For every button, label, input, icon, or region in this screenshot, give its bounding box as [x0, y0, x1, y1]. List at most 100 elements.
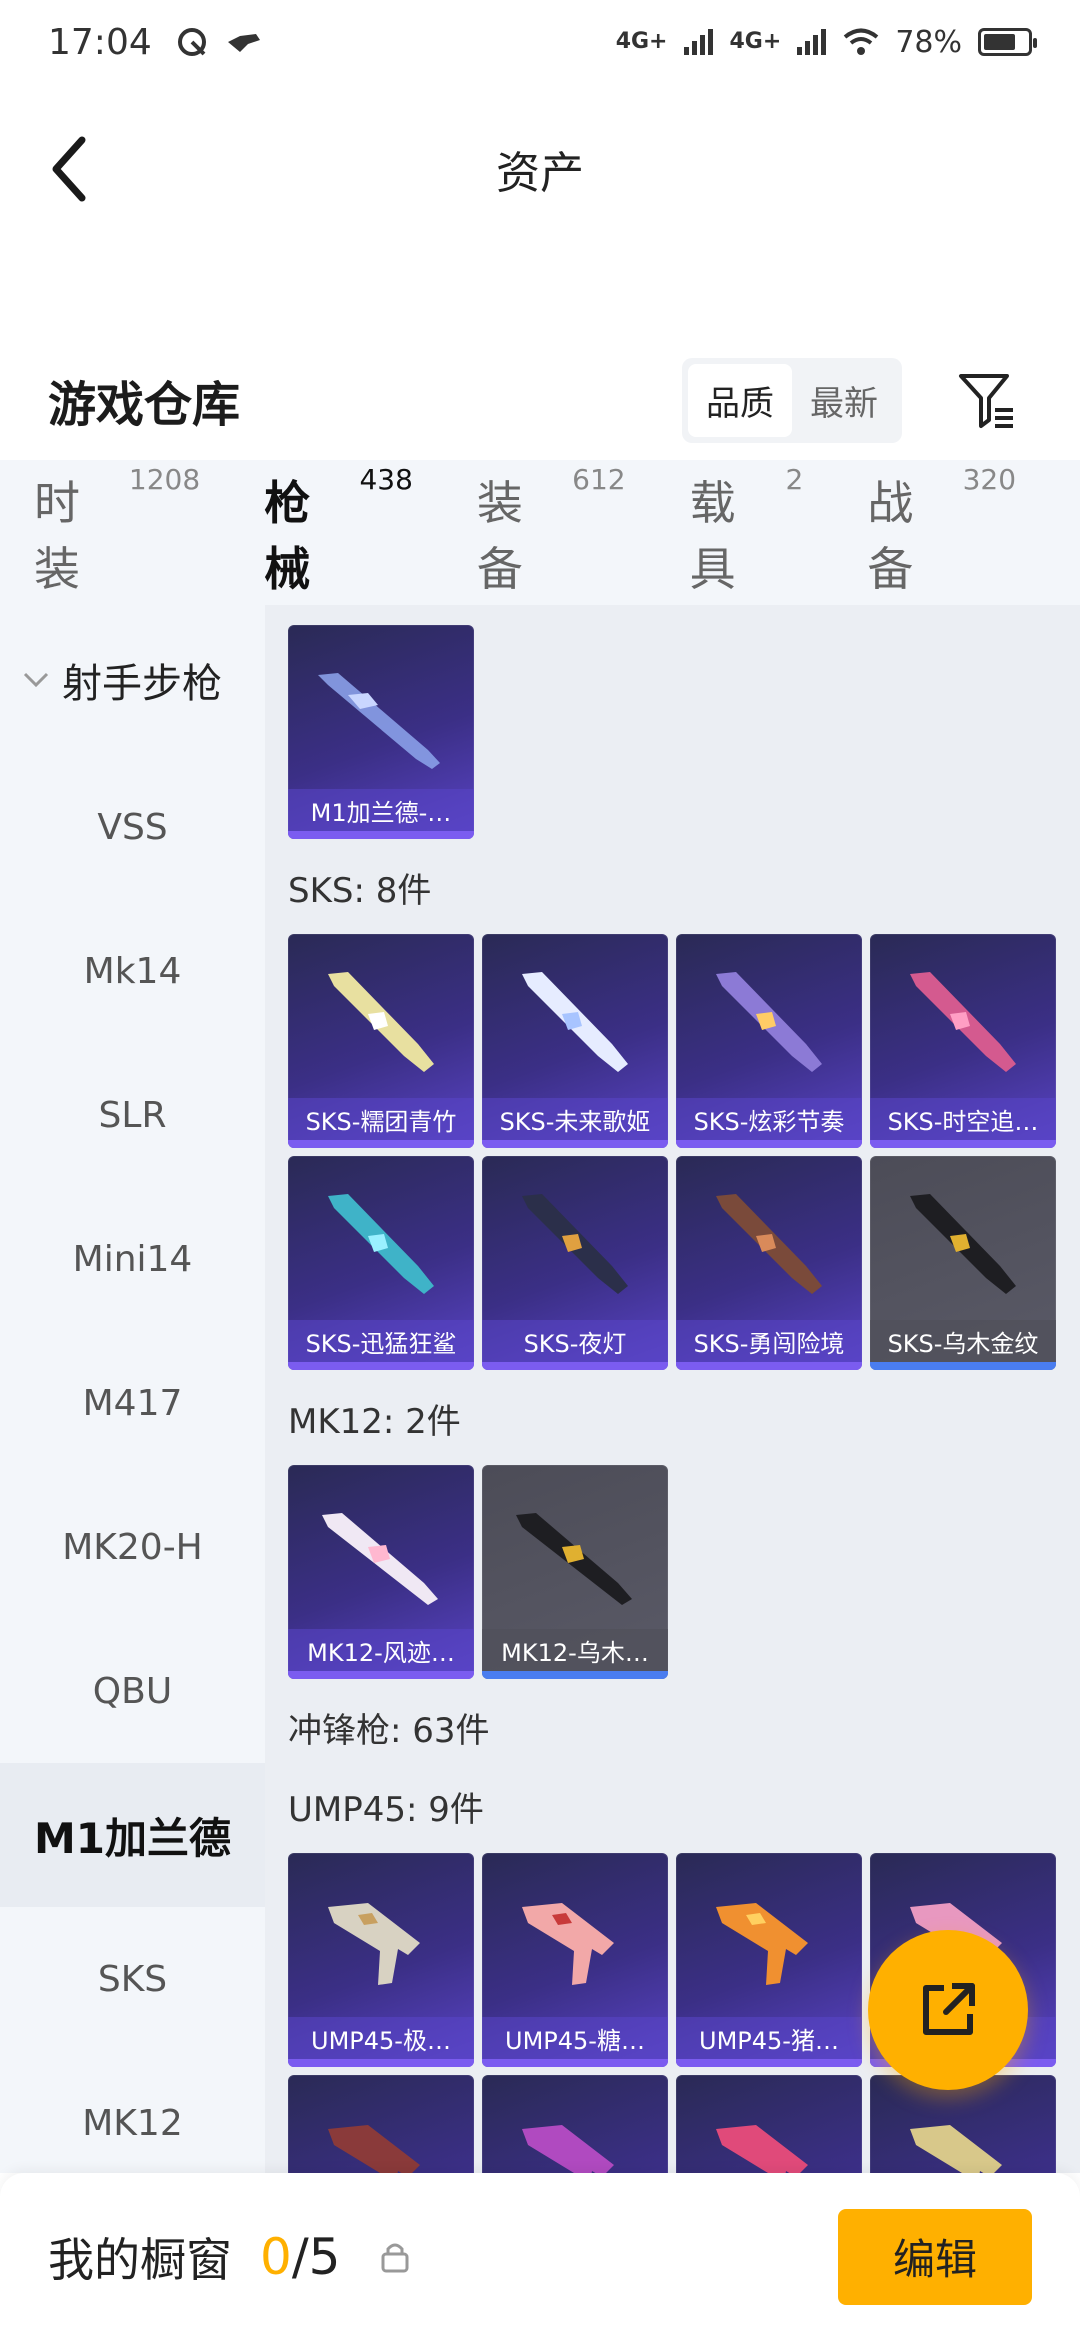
sidebar-item-sks[interactable]: SKS: [0, 1907, 265, 2051]
signal-bars-icon: [683, 29, 713, 55]
weapon-card[interactable]: SKS-乌木金纹: [870, 1156, 1056, 1370]
lock-icon: [381, 2243, 409, 2272]
weapon-sidebar: 射手步枪 VSS Mk14 SLR Mini14 M417 MK20-H QBU…: [0, 605, 265, 2173]
smg-icon: [522, 2125, 614, 2173]
battery-icon: [978, 28, 1037, 56]
weapon-card[interactable]: SKS-时空追…: [870, 934, 1056, 1148]
smg-icon: [328, 2125, 420, 2173]
showcase-current: 0: [260, 2227, 292, 2286]
weapon-card[interactable]: SKS-迅猛狂鲨: [288, 1156, 474, 1370]
battery-percent: 78%: [895, 24, 962, 60]
weapon-card[interactable]: MK12-风迹…: [288, 1465, 474, 1679]
sort-quality-button[interactable]: 品质: [688, 363, 792, 437]
sort-toggle: 品质 最新: [682, 357, 902, 443]
signal-bars-2-icon: [797, 29, 827, 55]
edit-button[interactable]: 编辑: [838, 2208, 1032, 2305]
weapon-card-name: SKS-勇闯险境: [676, 1320, 862, 1362]
weapon-card-name: SKS-炫彩节奏: [676, 1098, 862, 1140]
sidebar-item-vss[interactable]: VSS: [0, 755, 265, 899]
header: 资产: [0, 84, 1080, 254]
weapon-card[interactable]: UMP45-猪…: [676, 1853, 862, 2067]
weapon-card[interactable]: [288, 2075, 474, 2173]
rarity-bar: [482, 1140, 668, 1148]
showcase-count: 0/5: [260, 2228, 340, 2286]
weapon-card[interactable]: UMP45-极…: [288, 1853, 474, 2067]
filter-icon: [959, 374, 1013, 428]
weapon-card[interactable]: SKS-糯团青竹: [288, 934, 474, 1148]
filter-button[interactable]: [952, 365, 1022, 435]
smg-icon: [522, 1903, 614, 1985]
status-notification-icons: [176, 26, 262, 58]
category-tabs: 时装 1208 枪械 438 装备 612 载具 2 战备 320: [0, 460, 1080, 627]
weapon-card[interactable]: M1加兰德-…: [288, 625, 474, 839]
weapon-card[interactable]: UMP45-糖…: [482, 1853, 668, 2067]
rarity-bar: [288, 2059, 474, 2067]
showcase-bar: 我的橱窗 0/5 编辑: [0, 2173, 1080, 2340]
sidebar-item-mk12[interactable]: MK12: [0, 2051, 265, 2173]
sidebar-item-mk20h[interactable]: MK20-H: [0, 1475, 265, 1619]
warehouse-row: 游戏仓库 品质 最新: [0, 340, 1080, 460]
tab-vehicles[interactable]: 载具 2: [690, 463, 804, 599]
tab-fashion[interactable]: 时装 1208: [34, 463, 200, 599]
status-right: 4G+ 4G+ 78%: [616, 24, 1037, 60]
tab-count: 1208: [128, 462, 201, 496]
section-label-ump45: UMP45: 9件: [288, 1790, 484, 1830]
rarity-bar: [676, 1362, 862, 1370]
weapon-card[interactable]: [870, 2075, 1056, 2173]
sidebar-item-qbu[interactable]: QBU: [0, 1619, 265, 1763]
sort-newest-button[interactable]: 最新: [792, 364, 896, 437]
weapon-card-name: SKS-未来歌姬: [482, 1098, 668, 1140]
app-notification-icon: [177, 28, 206, 56]
sidebar-item-m1-garand[interactable]: M1加兰德: [0, 1763, 265, 1907]
tab-supplies[interactable]: 战备 320: [867, 463, 1016, 599]
rarity-bar: [482, 2059, 668, 2067]
rarity-bar: [482, 1671, 668, 1679]
share-external-icon: [923, 1983, 975, 2035]
tab-label: 装备: [476, 475, 523, 596]
tab-count: 612: [572, 462, 626, 496]
weapon-card[interactable]: SKS-炫彩节奏: [676, 934, 862, 1148]
sks-grid: SKS-糯团青竹 SKS-未来歌姬 SKS-炫彩节奏 SKS-时空追… SKS-…: [288, 934, 1080, 1370]
sidebar-item-slr[interactable]: SLR: [0, 1043, 265, 1187]
rarity-bar: [676, 1140, 862, 1148]
weapon-card[interactable]: [676, 2075, 862, 2173]
weapon-card-name: SKS-迅猛狂鲨: [288, 1320, 474, 1362]
sidebar-item-mk14[interactable]: Mk14: [0, 899, 265, 1043]
section-label-mk12: MK12: 2件: [288, 1402, 461, 1442]
smg-icon: [328, 1903, 420, 1985]
mk12-grid: MK12-风迹… MK12-乌木…: [288, 1465, 1080, 1679]
tab-label: 战备: [867, 475, 914, 596]
signal-2-icon: 4G+: [729, 29, 782, 54]
rarity-bar: [288, 1362, 474, 1370]
rifle-icon: [516, 1513, 632, 1605]
section-label-sks: SKS: 8件: [288, 871, 432, 911]
weapon-card-name: M1加兰德-…: [288, 789, 474, 831]
status-bar: 17:04 4G+ 4G+ 78%: [0, 0, 1080, 84]
weapon-card-name: UMP45-猪…: [676, 2017, 862, 2059]
rifle-icon: [716, 972, 822, 1072]
m1-garand-grid: M1加兰德-…: [288, 605, 1080, 839]
sidebar-category-marksman[interactable]: 射手步枪: [0, 605, 265, 755]
sidebar-item-mini14[interactable]: Mini14: [0, 1187, 265, 1331]
weapon-card[interactable]: SKS-未来歌姬: [482, 934, 668, 1148]
weapon-card-name: SKS-时空追…: [870, 1098, 1056, 1140]
weapon-card[interactable]: SKS-勇闯险境: [676, 1156, 862, 1370]
section-label-smg: 冲锋枪: 63件: [288, 1711, 490, 1751]
rifle-icon: [522, 972, 628, 1072]
tab-firearms[interactable]: 枪械 438: [264, 463, 413, 627]
rarity-bar: [870, 1140, 1056, 1148]
weapon-card[interactable]: [482, 2075, 668, 2173]
weapon-card[interactable]: MK12-乌木…: [482, 1465, 668, 1679]
status-time: 17:04: [48, 21, 152, 63]
tab-count: 438: [359, 462, 413, 496]
back-button[interactable]: [40, 129, 100, 209]
tab-count: 320: [962, 462, 1017, 496]
rifle-icon: [318, 673, 440, 769]
rifle-icon: [522, 1194, 628, 1294]
share-fab-button[interactable]: [868, 1930, 1028, 2090]
rifle-icon: [328, 972, 434, 1072]
weapon-card[interactable]: SKS-夜灯: [482, 1156, 668, 1370]
sidebar-item-m417[interactable]: M417: [0, 1331, 265, 1475]
rifle-icon: [716, 1194, 822, 1294]
tab-equipment[interactable]: 装备 612: [476, 463, 626, 599]
